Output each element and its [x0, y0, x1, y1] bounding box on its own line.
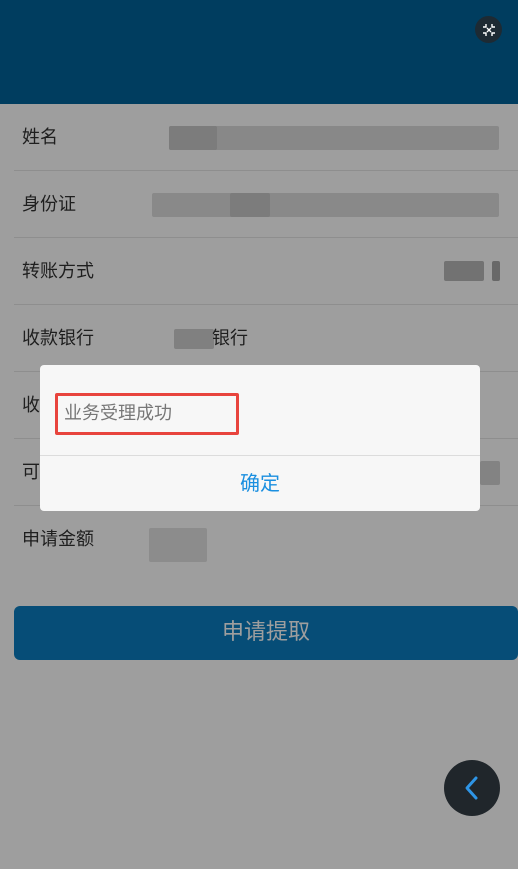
- back-button[interactable]: [444, 760, 500, 816]
- fullscreen-toggle-button[interactable]: [475, 16, 502, 43]
- chevron-left-icon: [465, 776, 478, 800]
- page: 姓名 身份证 转账方式 收款银行 银行 收 可 申请金额 申请提取 业务受理成功…: [0, 0, 518, 869]
- fullscreen-exit-icon: [482, 23, 495, 36]
- alert-dialog: 业务受理成功 确定: [40, 365, 480, 511]
- confirm-button[interactable]: 确定: [40, 456, 480, 511]
- dialog-message: 业务受理成功: [64, 403, 172, 424]
